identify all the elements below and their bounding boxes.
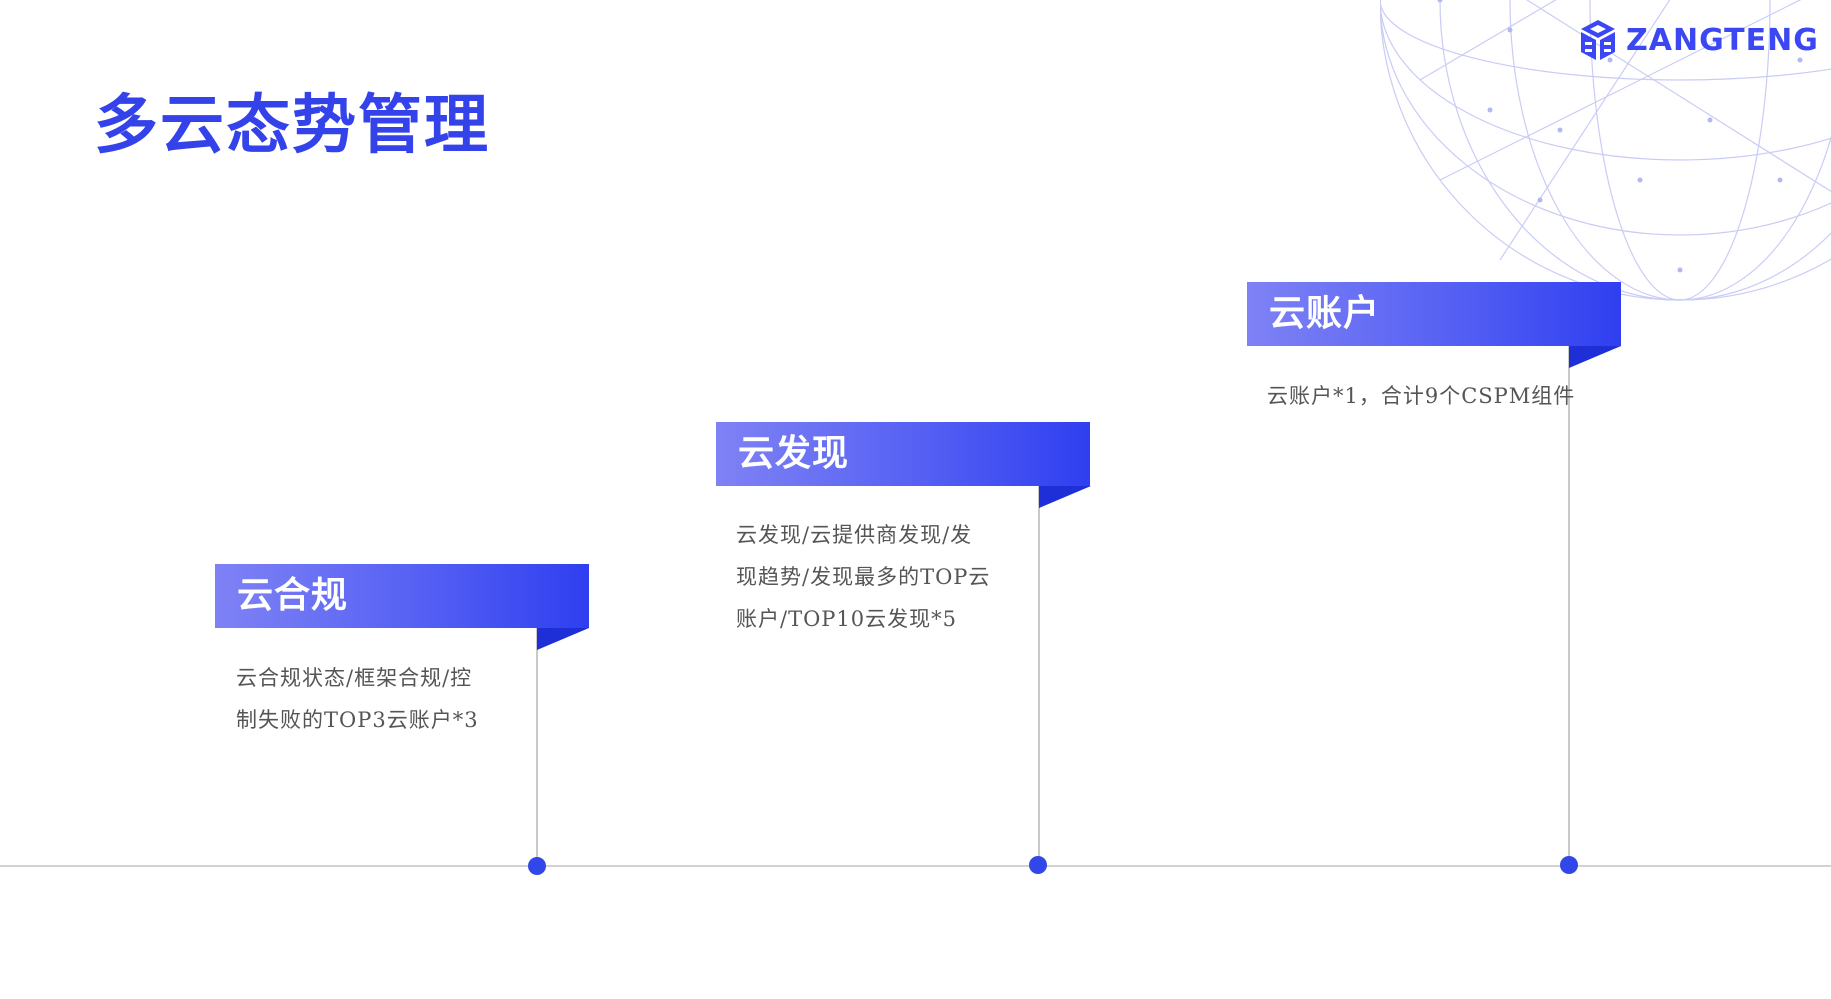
step-2-desc-line: 云发现/云提供商发现/发: [736, 523, 973, 547]
step-1-description: 云合规状态/框架合规/控 制失败的TOP3云账户*3: [236, 657, 536, 741]
step-2-desc-line: 账户/TOP10云发现*5: [736, 607, 958, 631]
timeline-stem-3: [1568, 345, 1570, 866]
step-3-desc-line: 云账户*1，合计9个CSPM组件: [1267, 384, 1576, 408]
logo-text: ZANGTENG: [1626, 22, 1819, 58]
step-2-desc-line: 现趋势/发现最多的TOP云: [736, 565, 991, 589]
timeline-stem-2: [1038, 486, 1040, 866]
step-3-description: 云账户*1，合计9个CSPM组件: [1267, 375, 1597, 417]
timeline-dot-1: [528, 857, 546, 875]
timeline-dot-3: [1560, 856, 1578, 874]
page-title: 多云态势管理: [94, 89, 490, 163]
step-2-description: 云发现/云提供商发现/发 现趋势/发现最多的TOP云 账户/TOP10云发现*5: [736, 514, 1036, 640]
timeline-baseline: [0, 865, 1831, 867]
step-1-banner-fold: [537, 628, 589, 650]
step-2-banner: 云发现: [716, 422, 1090, 486]
step-2-banner-fold: [1039, 486, 1091, 508]
timeline-stem-1: [536, 626, 538, 866]
brand-logo: ZANGTENG: [1578, 18, 1819, 62]
step-1-desc-line: 制失败的TOP3云账户*3: [236, 708, 479, 732]
timeline-dot-2: [1029, 856, 1047, 874]
step-1-banner: 云合规: [215, 564, 589, 628]
step-3-banner: 云账户: [1247, 282, 1621, 346]
step-3-banner-fold: [1569, 346, 1621, 368]
zangteng-logo-icon: [1581, 20, 1615, 60]
step-1-desc-line: 云合规状态/框架合规/控: [236, 666, 473, 690]
